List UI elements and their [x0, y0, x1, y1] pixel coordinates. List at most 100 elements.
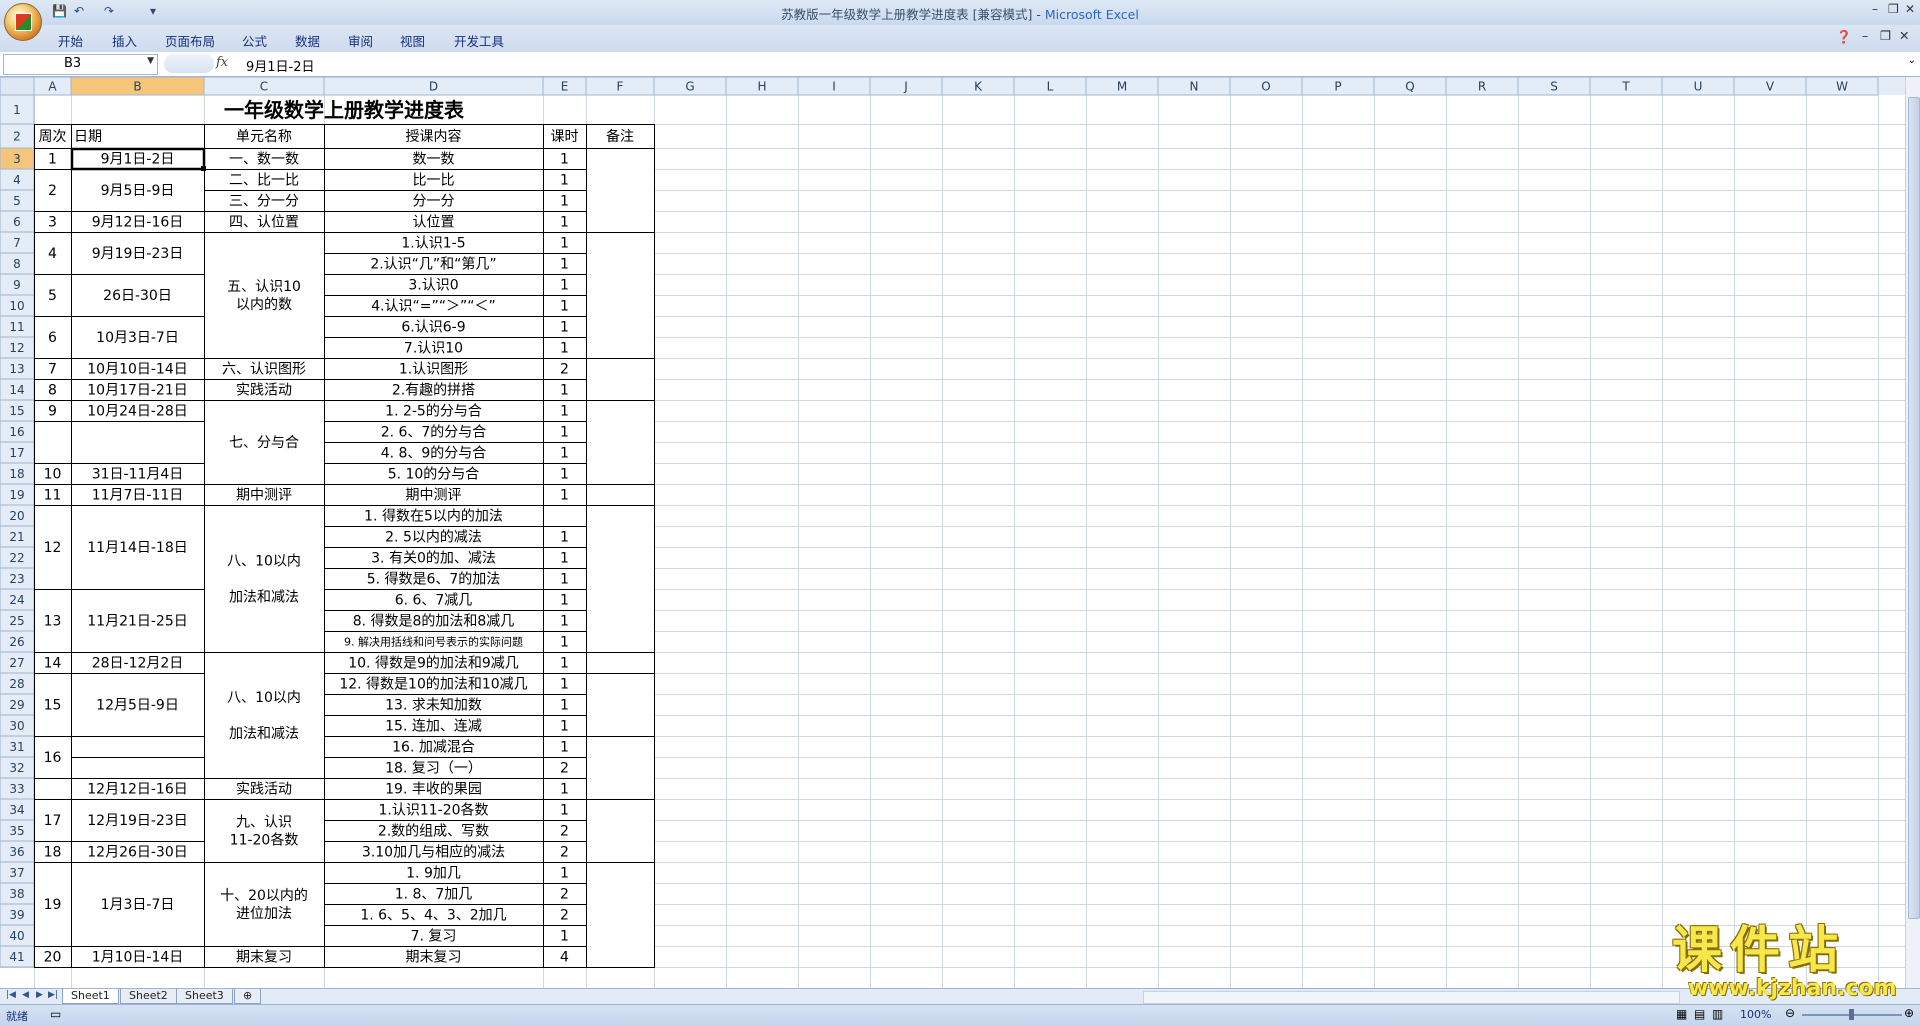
cell-f37[interactable] [586, 862, 655, 968]
restore-icon[interactable]: ❐ [1888, 2, 1899, 16]
cell-f13[interactable] [586, 358, 655, 401]
lesson-hours: 1 [560, 866, 569, 882]
horizontal-scrollbar[interactable] [1143, 991, 1680, 1004]
cell-f3[interactable] [586, 148, 655, 233]
cell-c37[interactable] [204, 862, 325, 947]
cell-e20[interactable] [543, 505, 587, 527]
page-layout-view-icon[interactable]: ▤ [1694, 1007, 1705, 1021]
cell-f34[interactable] [586, 799, 655, 863]
formula-input[interactable]: 9月1日-2日 [246, 56, 315, 75]
zoom-out-icon[interactable]: ⊖ [1785, 1006, 1795, 1020]
cell-f31[interactable] [586, 736, 655, 800]
lesson-hours: 1 [560, 173, 569, 189]
row-header-label: 37 [9, 866, 24, 880]
row-header-label: 21 [9, 530, 24, 544]
function-icon[interactable]: fx [216, 55, 228, 70]
name-box[interactable]: B3 ▼ [3, 54, 158, 75]
tab-insert[interactable]: 插入 [112, 31, 137, 50]
column-header-label: Q [1405, 80, 1414, 94]
macro-record-icon[interactable]: ▭ [50, 1007, 61, 1021]
workbook-minimize-icon[interactable]: – [1862, 28, 1868, 43]
lesson-content: 1. 8、7加几 [395, 887, 473, 903]
tab-developer[interactable]: 开发工具 [454, 31, 504, 50]
tab-home[interactable]: 开始 [58, 31, 83, 50]
normal-view-icon[interactable]: ▦ [1676, 1007, 1687, 1021]
spreadsheet-grid[interactable]: A B C D E F G H I J K L M N O P Q R S T U V W 1 2 3 4 5 6 7 8 9 10 11 12 13… [0, 77, 1905, 988]
cell-a33[interactable] [34, 778, 72, 800]
sheet-tab-bar: |◀ ◀ ▶ ▶| Sheet1 Sheet2 Sheet3 ⊕ [0, 988, 1920, 1005]
lesson-content: 5. 得数是6、7的加法 [367, 571, 501, 588]
last-sheet-icon[interactable]: ▶| [48, 990, 58, 1000]
lesson-hours: 2 [560, 845, 569, 861]
tab-page-layout[interactable]: 页面布局 [165, 31, 215, 50]
minimize-icon[interactable]: – [1872, 2, 1878, 16]
sheet-tab-3[interactable]: Sheet3 [176, 989, 233, 1004]
row-header-label: 16 [9, 425, 24, 439]
chevron-down-icon[interactable]: ▼ [147, 56, 154, 66]
lesson-content: 18. 复习（一） [385, 760, 482, 777]
page-break-view-icon[interactable]: ▥ [1712, 1007, 1723, 1021]
fill-handle[interactable] [201, 166, 206, 171]
expand-formula-bar-icon[interactable]: ⌄ [1908, 55, 1916, 66]
vertical-scrollbar[interactable] [1905, 77, 1920, 988]
lesson-hours: 1 [560, 530, 569, 546]
cell-a16[interactable] [34, 421, 72, 464]
zoom-level[interactable]: 100% [1740, 1008, 1771, 1021]
insert-sheet-icon[interactable]: ⊕ [234, 989, 262, 1004]
close-icon[interactable]: ✕ [1905, 2, 1915, 16]
cell-f28[interactable] [586, 673, 655, 737]
workbook-close-icon[interactable]: ✕ [1899, 28, 1909, 43]
cell-b32[interactable] [71, 757, 205, 779]
tab-formulas[interactable]: 公式 [242, 31, 267, 50]
column-header-label: L [1047, 80, 1054, 94]
row-header-label: 35 [9, 824, 24, 838]
sheet-tab-1[interactable]: Sheet1 [62, 989, 119, 1004]
lesson-hours: 1 [560, 404, 569, 420]
lesson-content: 2. 6、7的分与合 [381, 425, 487, 441]
lesson-content: 3.认识0 [408, 278, 458, 294]
zoom-slider[interactable] [1802, 1009, 1902, 1020]
row-header-label: 31 [9, 740, 24, 754]
cell-c7[interactable] [204, 232, 325, 359]
prev-sheet-icon[interactable]: ◀ [22, 990, 29, 1000]
cell-c20[interactable] [204, 505, 325, 653]
lesson-content: 1. 6、5、4、3、2加几 [360, 908, 506, 924]
vertical-scroll-thumb[interactable] [1908, 97, 1920, 919]
first-sheet-icon[interactable]: |◀ [6, 990, 16, 1000]
tab-review[interactable]: 审阅 [348, 31, 373, 50]
lesson-content: 1. 9加几 [406, 866, 461, 882]
office-button[interactable] [4, 3, 42, 41]
cell-f19[interactable] [586, 484, 655, 506]
date-range: 11月21日-25日 [87, 614, 188, 630]
week-number: 7 [48, 362, 57, 378]
cell-b31[interactable] [71, 736, 205, 758]
tab-view[interactable]: 视图 [400, 31, 425, 50]
row-header-label: 1 [13, 103, 21, 117]
row-header-label: 24 [9, 593, 24, 607]
tab-data[interactable]: 数据 [295, 31, 320, 50]
sheet-tab-2[interactable]: Sheet2 [120, 989, 177, 1004]
lesson-hours: 1 [560, 467, 569, 483]
row-header-label: 39 [9, 908, 24, 922]
help-icon[interactable]: ❓ [1836, 29, 1852, 45]
select-all-corner[interactable] [0, 77, 35, 96]
week-number: 17 [44, 813, 62, 829]
zoom-slider-handle[interactable] [1849, 1009, 1854, 1020]
workbook-restore-icon[interactable]: ❐ [1880, 28, 1891, 43]
row-header-label: 26 [9, 635, 24, 649]
column-header-label: J [903, 80, 908, 94]
lesson-content: 5. 10的分与合 [388, 467, 480, 483]
cell-b16[interactable] [71, 421, 205, 464]
next-sheet-icon[interactable]: ▶ [36, 990, 43, 1000]
lesson-hours: 2 [560, 908, 569, 924]
cell-f20[interactable] [586, 505, 655, 653]
zoom-in-icon[interactable]: ⊕ [1904, 1006, 1914, 1020]
week-number: 13 [44, 614, 62, 630]
week-number: 2 [48, 183, 57, 199]
cell-f15[interactable] [586, 400, 655, 485]
cell-f27[interactable] [586, 652, 655, 674]
cell-c27[interactable] [204, 652, 325, 779]
cell-f7[interactable] [586, 232, 655, 359]
cell-c34[interactable] [204, 799, 325, 863]
date-range: 11月7日-11日 [92, 488, 184, 504]
